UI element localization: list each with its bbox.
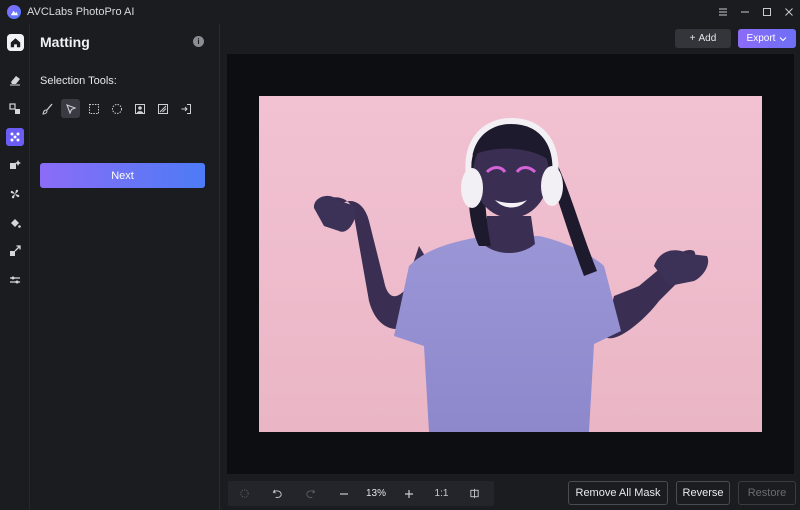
replace-icon[interactable] bbox=[6, 100, 24, 118]
tool-sidebar bbox=[0, 24, 30, 510]
image-canvas[interactable] bbox=[227, 54, 794, 474]
add-button[interactable]: + Add bbox=[675, 29, 731, 48]
redo-icon[interactable] bbox=[294, 481, 327, 506]
import-icon[interactable] bbox=[176, 99, 195, 118]
add-label: Add bbox=[698, 33, 717, 44]
rect-select-icon[interactable] bbox=[84, 99, 103, 118]
ellipse-select-icon[interactable] bbox=[107, 99, 126, 118]
portrait-icon[interactable] bbox=[130, 99, 149, 118]
matting-icon[interactable] bbox=[6, 128, 24, 146]
object-icon[interactable] bbox=[153, 99, 172, 118]
home-icon[interactable] bbox=[6, 33, 24, 51]
adjust-icon[interactable] bbox=[6, 271, 24, 289]
reverse-button[interactable]: Reverse bbox=[676, 481, 730, 505]
enhance-icon[interactable] bbox=[6, 156, 24, 174]
undo-icon[interactable] bbox=[261, 481, 294, 506]
restore-button[interactable]: Restore bbox=[738, 481, 796, 505]
chevron-down-icon bbox=[780, 36, 787, 41]
brush-icon[interactable] bbox=[38, 99, 57, 118]
photo-preview bbox=[259, 96, 762, 432]
export-button[interactable]: Export bbox=[738, 29, 796, 48]
title-bar: AVCLabs PhotoPro AI bbox=[0, 0, 800, 24]
menu-icon[interactable] bbox=[712, 0, 734, 24]
app-title: AVCLabs PhotoPro AI bbox=[27, 6, 135, 18]
actual-size-button[interactable]: 1:1 bbox=[425, 481, 458, 506]
plus-icon: + bbox=[689, 33, 696, 44]
zoom-percent: 13% bbox=[365, 488, 386, 499]
resize-icon[interactable] bbox=[6, 242, 24, 260]
colorize-icon[interactable] bbox=[6, 214, 24, 232]
zoom-out-icon[interactable] bbox=[327, 481, 360, 506]
minimize-icon[interactable] bbox=[734, 0, 756, 24]
remove-all-mask-button[interactable]: Remove All Mask bbox=[568, 481, 668, 505]
app-logo-icon bbox=[7, 5, 21, 19]
close-icon[interactable] bbox=[778, 0, 800, 24]
workspace: + Add Export 13% 1:1 Remove All Mask Rev… bbox=[221, 24, 800, 510]
reset-icon[interactable] bbox=[228, 481, 261, 506]
next-button[interactable]: Next bbox=[40, 163, 205, 188]
selection-tools bbox=[38, 99, 195, 118]
info-icon[interactable]: i bbox=[193, 36, 204, 47]
selection-tools-label: Selection Tools: bbox=[40, 75, 117, 87]
eraser-icon[interactable] bbox=[6, 71, 24, 89]
matting-panel: Matting i Selection Tools: Next bbox=[30, 24, 220, 510]
zoom-in-icon[interactable] bbox=[392, 481, 425, 506]
pointer-icon[interactable] bbox=[61, 99, 80, 118]
fan-icon[interactable] bbox=[6, 185, 24, 203]
export-label: Export bbox=[746, 33, 776, 44]
panel-title: Matting bbox=[40, 34, 90, 50]
compare-icon[interactable] bbox=[458, 481, 491, 506]
maximize-icon[interactable] bbox=[756, 0, 778, 24]
zoom-bar: 13% 1:1 bbox=[228, 481, 494, 506]
